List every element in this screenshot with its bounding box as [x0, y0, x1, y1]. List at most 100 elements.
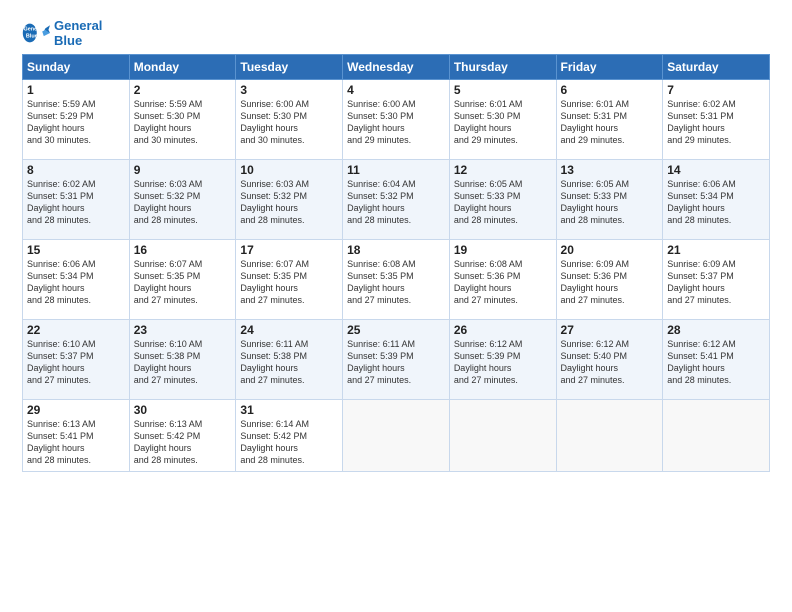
col-header-wednesday: Wednesday [343, 55, 450, 80]
calendar-cell: 11 Sunrise: 6:04 AM Sunset: 5:32 PM Dayl… [343, 160, 450, 240]
calendar-cell [449, 400, 556, 472]
day-info: Sunrise: 6:10 AM Sunset: 5:37 PM Dayligh… [27, 338, 125, 387]
calendar-cell: 16 Sunrise: 6:07 AM Sunset: 5:35 PM Dayl… [129, 240, 236, 320]
day-info: Sunrise: 6:08 AM Sunset: 5:35 PM Dayligh… [347, 258, 445, 307]
calendar-cell: 29 Sunrise: 6:13 AM Sunset: 5:41 PM Dayl… [23, 400, 130, 472]
calendar-cell: 15 Sunrise: 6:06 AM Sunset: 5:34 PM Dayl… [23, 240, 130, 320]
day-number: 27 [561, 323, 659, 337]
calendar-cell: 24 Sunrise: 6:11 AM Sunset: 5:38 PM Dayl… [236, 320, 343, 400]
day-number: 26 [454, 323, 552, 337]
col-header-tuesday: Tuesday [236, 55, 343, 80]
day-number: 24 [240, 323, 338, 337]
day-info: Sunrise: 6:00 AM Sunset: 5:30 PM Dayligh… [347, 98, 445, 147]
calendar-cell: 8 Sunrise: 6:02 AM Sunset: 5:31 PM Dayli… [23, 160, 130, 240]
col-header-sunday: Sunday [23, 55, 130, 80]
day-info: Sunrise: 6:00 AM Sunset: 5:30 PM Dayligh… [240, 98, 338, 147]
week-row-4: 22 Sunrise: 6:10 AM Sunset: 5:37 PM Dayl… [23, 320, 770, 400]
day-info: Sunrise: 6:09 AM Sunset: 5:36 PM Dayligh… [561, 258, 659, 307]
week-row-3: 15 Sunrise: 6:06 AM Sunset: 5:34 PM Dayl… [23, 240, 770, 320]
day-number: 21 [667, 243, 765, 257]
week-row-5: 29 Sunrise: 6:13 AM Sunset: 5:41 PM Dayl… [23, 400, 770, 472]
week-row-1: 1 Sunrise: 5:59 AM Sunset: 5:29 PM Dayli… [23, 80, 770, 160]
day-number: 29 [27, 403, 125, 417]
calendar-cell [556, 400, 663, 472]
calendar-cell [663, 400, 770, 472]
day-info: Sunrise: 6:08 AM Sunset: 5:36 PM Dayligh… [454, 258, 552, 307]
calendar-cell: 13 Sunrise: 6:05 AM Sunset: 5:33 PM Dayl… [556, 160, 663, 240]
day-number: 5 [454, 83, 552, 97]
day-number: 4 [347, 83, 445, 97]
logo: General Blue General Blue [22, 18, 102, 48]
day-number: 3 [240, 83, 338, 97]
header-row: SundayMondayTuesdayWednesdayThursdayFrid… [23, 55, 770, 80]
calendar-cell: 26 Sunrise: 6:12 AM Sunset: 5:39 PM Dayl… [449, 320, 556, 400]
col-header-saturday: Saturday [663, 55, 770, 80]
day-number: 31 [240, 403, 338, 417]
day-info: Sunrise: 6:13 AM Sunset: 5:41 PM Dayligh… [27, 418, 125, 467]
day-info: Sunrise: 6:07 AM Sunset: 5:35 PM Dayligh… [134, 258, 232, 307]
calendar-cell: 12 Sunrise: 6:05 AM Sunset: 5:33 PM Dayl… [449, 160, 556, 240]
day-info: Sunrise: 6:06 AM Sunset: 5:34 PM Dayligh… [27, 258, 125, 307]
calendar-cell: 14 Sunrise: 6:06 AM Sunset: 5:34 PM Dayl… [663, 160, 770, 240]
day-number: 28 [667, 323, 765, 337]
day-number: 11 [347, 163, 445, 177]
day-info: Sunrise: 6:12 AM Sunset: 5:41 PM Dayligh… [667, 338, 765, 387]
day-info: Sunrise: 6:05 AM Sunset: 5:33 PM Dayligh… [561, 178, 659, 227]
day-number: 13 [561, 163, 659, 177]
day-info: Sunrise: 5:59 AM Sunset: 5:29 PM Dayligh… [27, 98, 125, 147]
calendar-page: General Blue General Blue SundayMondayTu… [0, 0, 792, 612]
calendar-cell: 10 Sunrise: 6:03 AM Sunset: 5:32 PM Dayl… [236, 160, 343, 240]
calendar-cell: 21 Sunrise: 6:09 AM Sunset: 5:37 PM Dayl… [663, 240, 770, 320]
day-info: Sunrise: 6:04 AM Sunset: 5:32 PM Dayligh… [347, 178, 445, 227]
day-number: 18 [347, 243, 445, 257]
day-number: 10 [240, 163, 338, 177]
calendar-cell: 1 Sunrise: 5:59 AM Sunset: 5:29 PM Dayli… [23, 80, 130, 160]
calendar-cell: 17 Sunrise: 6:07 AM Sunset: 5:35 PM Dayl… [236, 240, 343, 320]
calendar-cell: 22 Sunrise: 6:10 AM Sunset: 5:37 PM Dayl… [23, 320, 130, 400]
calendar-table: SundayMondayTuesdayWednesdayThursdayFrid… [22, 54, 770, 472]
col-header-friday: Friday [556, 55, 663, 80]
day-number: 6 [561, 83, 659, 97]
calendar-cell: 28 Sunrise: 6:12 AM Sunset: 5:41 PM Dayl… [663, 320, 770, 400]
col-header-monday: Monday [129, 55, 236, 80]
calendar-cell: 19 Sunrise: 6:08 AM Sunset: 5:36 PM Dayl… [449, 240, 556, 320]
day-info: Sunrise: 6:03 AM Sunset: 5:32 PM Dayligh… [134, 178, 232, 227]
day-info: Sunrise: 6:01 AM Sunset: 5:30 PM Dayligh… [454, 98, 552, 147]
day-info: Sunrise: 6:06 AM Sunset: 5:34 PM Dayligh… [667, 178, 765, 227]
calendar-cell: 3 Sunrise: 6:00 AM Sunset: 5:30 PM Dayli… [236, 80, 343, 160]
day-info: Sunrise: 6:13 AM Sunset: 5:42 PM Dayligh… [134, 418, 232, 467]
day-info: Sunrise: 6:02 AM Sunset: 5:31 PM Dayligh… [27, 178, 125, 227]
calendar-cell: 7 Sunrise: 6:02 AM Sunset: 5:31 PM Dayli… [663, 80, 770, 160]
svg-text:General: General [24, 27, 45, 33]
header: General Blue General Blue [22, 18, 770, 48]
day-info: Sunrise: 6:01 AM Sunset: 5:31 PM Dayligh… [561, 98, 659, 147]
day-info: Sunrise: 6:03 AM Sunset: 5:32 PM Dayligh… [240, 178, 338, 227]
calendar-cell: 6 Sunrise: 6:01 AM Sunset: 5:31 PM Dayli… [556, 80, 663, 160]
day-number: 8 [27, 163, 125, 177]
logo-bird-icon: General Blue [22, 22, 50, 44]
day-number: 14 [667, 163, 765, 177]
day-number: 25 [347, 323, 445, 337]
day-number: 12 [454, 163, 552, 177]
day-info: Sunrise: 6:09 AM Sunset: 5:37 PM Dayligh… [667, 258, 765, 307]
day-info: Sunrise: 6:11 AM Sunset: 5:38 PM Dayligh… [240, 338, 338, 387]
calendar-cell: 31 Sunrise: 6:14 AM Sunset: 5:42 PM Dayl… [236, 400, 343, 472]
day-info: Sunrise: 6:07 AM Sunset: 5:35 PM Dayligh… [240, 258, 338, 307]
svg-text:Blue: Blue [26, 34, 38, 40]
day-number: 30 [134, 403, 232, 417]
day-number: 19 [454, 243, 552, 257]
col-header-thursday: Thursday [449, 55, 556, 80]
calendar-cell: 9 Sunrise: 6:03 AM Sunset: 5:32 PM Dayli… [129, 160, 236, 240]
calendar-cell: 27 Sunrise: 6:12 AM Sunset: 5:40 PM Dayl… [556, 320, 663, 400]
calendar-cell: 23 Sunrise: 6:10 AM Sunset: 5:38 PM Dayl… [129, 320, 236, 400]
day-number: 1 [27, 83, 125, 97]
day-number: 16 [134, 243, 232, 257]
day-info: Sunrise: 5:59 AM Sunset: 5:30 PM Dayligh… [134, 98, 232, 147]
day-info: Sunrise: 6:12 AM Sunset: 5:40 PM Dayligh… [561, 338, 659, 387]
logo-text: General Blue [54, 18, 102, 48]
day-info: Sunrise: 6:02 AM Sunset: 5:31 PM Dayligh… [667, 98, 765, 147]
calendar-cell: 20 Sunrise: 6:09 AM Sunset: 5:36 PM Dayl… [556, 240, 663, 320]
day-number: 2 [134, 83, 232, 97]
calendar-cell: 30 Sunrise: 6:13 AM Sunset: 5:42 PM Dayl… [129, 400, 236, 472]
day-number: 7 [667, 83, 765, 97]
